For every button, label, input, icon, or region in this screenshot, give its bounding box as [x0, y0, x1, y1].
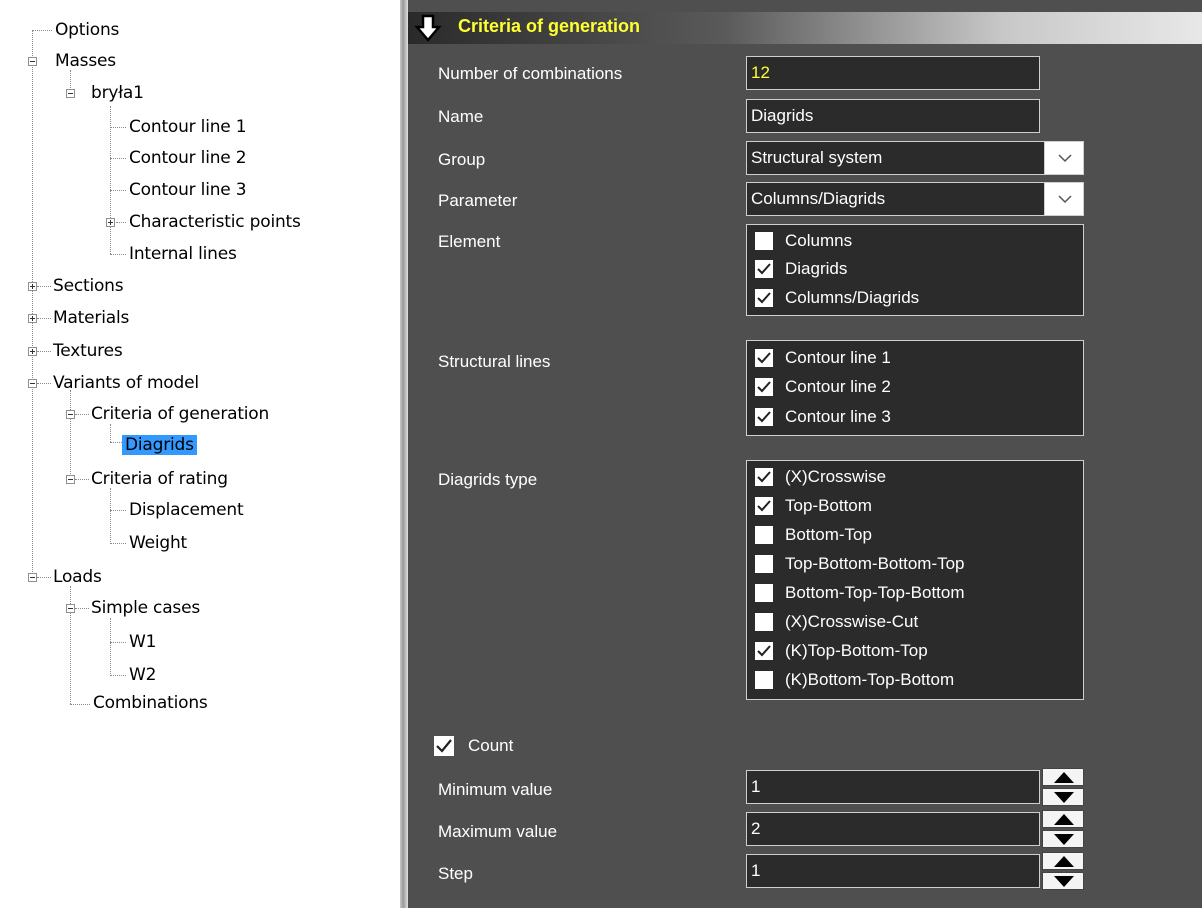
diagrids-type-label: Diagrids type	[438, 470, 538, 489]
tree-item-loads[interactable]: Loads	[50, 566, 105, 588]
collapse-icon[interactable]	[66, 410, 75, 419]
up-arrow-icon[interactable]	[1042, 810, 1084, 828]
up-arrow-icon[interactable]	[1042, 852, 1084, 870]
name-label: Name	[438, 107, 484, 126]
tree-item-materials[interactable]: Materials	[50, 307, 132, 329]
tree-item-contour-line-2[interactable]: Contour line 2	[126, 147, 249, 169]
tree-view[interactable]: Options Masses bryła1 Contour line 1 Con…	[0, 0, 400, 908]
minimum-value-label: Minimum value	[438, 780, 553, 799]
splitter[interactable]	[400, 0, 408, 908]
tree-item-sections[interactable]: Sections	[50, 275, 126, 297]
expand-icon[interactable]	[28, 314, 37, 323]
parameter-value: Columns/Diagrids	[751, 189, 886, 208]
tree-item-internal-lines[interactable]: Internal lines	[126, 243, 240, 265]
structural-lines-label: Structural lines	[438, 352, 551, 371]
down-arrow-icon[interactable]	[1042, 830, 1084, 848]
checkbox-checked[interactable]	[755, 408, 773, 426]
panel-header: Criteria of generation	[408, 12, 1202, 44]
tree-item-contour-line-1[interactable]: Contour line 1	[126, 116, 249, 138]
collapse-icon[interactable]	[28, 573, 37, 582]
tree-item-combinations[interactable]: Combinations	[90, 692, 211, 714]
checkbox-checked[interactable]	[755, 349, 773, 367]
collapse-icon[interactable]	[66, 475, 75, 484]
checkbox-checked[interactable]	[755, 642, 773, 660]
checkbox-checked[interactable]	[755, 260, 773, 278]
structural-lines-list[interactable]: Contour line 1 Contour line 2 Contour li…	[746, 340, 1084, 436]
up-arrow-icon[interactable]	[1042, 768, 1084, 786]
collapse-icon[interactable]	[28, 379, 37, 388]
collapse-icon[interactable]	[28, 57, 37, 66]
tree-item-masses[interactable]: Masses	[52, 50, 119, 72]
tree-item-weight[interactable]: Weight	[126, 532, 190, 554]
tree-item-contour-line-3[interactable]: Contour line 3	[126, 179, 249, 201]
minimum-value-spinner[interactable]	[1042, 768, 1084, 806]
group-value: Structural system	[751, 148, 883, 167]
checkbox-checked[interactable]	[755, 497, 773, 515]
element-list[interactable]: Columns Diagrids Columns/Diagrids	[746, 224, 1084, 316]
parameter-label: Parameter	[438, 191, 518, 210]
checkbox[interactable]	[755, 584, 773, 602]
tree-item-criteria-of-generation[interactable]: Criteria of generation	[88, 403, 272, 425]
checkbox[interactable]	[755, 671, 773, 689]
expand-icon[interactable]	[106, 218, 115, 227]
tree-item-options[interactable]: Options	[52, 19, 122, 41]
down-arrow-icon[interactable]	[1042, 872, 1084, 890]
diagrids-type-list[interactable]: (X)Crosswise Top-Bottom Bottom-Top Top-B…	[746, 460, 1084, 700]
element-label: Element	[438, 232, 501, 251]
number-of-combinations-label: Number of combinations	[438, 64, 623, 83]
step-label: Step	[438, 864, 473, 883]
expand-icon[interactable]	[28, 347, 37, 356]
collapse-icon[interactable]	[66, 604, 75, 613]
step-spinner[interactable]	[1042, 852, 1084, 890]
checkbox-checked[interactable]	[755, 378, 773, 396]
tree-item-variants-of-model[interactable]: Variants of model	[50, 372, 202, 394]
checkbox-checked[interactable]	[755, 468, 773, 486]
collapse-icon[interactable]	[66, 89, 75, 98]
expand-icon[interactable]	[28, 282, 37, 291]
checkbox[interactable]	[755, 555, 773, 573]
tree-item-characteristic-points[interactable]: Characteristic points	[126, 211, 304, 233]
tree-item-displacement[interactable]: Displacement	[126, 499, 246, 521]
chevron-down-icon[interactable]	[1044, 183, 1083, 215]
tree-item-simple-cases[interactable]: Simple cases	[88, 597, 203, 619]
down-arrow-icon[interactable]	[414, 14, 444, 42]
maximum-value-field[interactable]: 2	[746, 812, 1040, 846]
tree-item-w1[interactable]: W1	[126, 631, 159, 653]
properties-panel: Criteria of generation Number of combina…	[408, 0, 1202, 908]
checkbox-checked[interactable]	[755, 289, 773, 307]
number-of-combinations-field[interactable]: 12	[746, 56, 1040, 90]
down-arrow-icon[interactable]	[1042, 788, 1084, 806]
maximum-value-label: Maximum value	[438, 822, 558, 841]
maximum-value-spinner[interactable]	[1042, 810, 1084, 848]
minimum-value-field[interactable]: 1	[746, 770, 1040, 804]
parameter-dropdown[interactable]: Columns/Diagrids	[746, 182, 1084, 216]
checkbox[interactable]	[755, 613, 773, 631]
tree-item-bryla1[interactable]: bryła1	[88, 82, 147, 104]
checkbox[interactable]	[755, 232, 773, 250]
group-dropdown[interactable]: Structural system	[746, 141, 1084, 175]
step-field[interactable]: 1	[746, 854, 1040, 888]
count-checkbox[interactable]	[434, 736, 454, 756]
tree-item-w2[interactable]: W2	[126, 664, 159, 686]
group-label: Group	[438, 150, 486, 169]
name-field[interactable]: Diagrids	[746, 99, 1040, 133]
checkbox[interactable]	[755, 526, 773, 544]
panel-title: Criteria of generation	[458, 16, 641, 36]
tree-item-diagrids[interactable]: Diagrids	[122, 434, 197, 456]
tree-item-criteria-of-rating[interactable]: Criteria of rating	[88, 468, 231, 490]
chevron-down-icon[interactable]	[1044, 142, 1083, 174]
count-label: Count	[468, 736, 514, 755]
tree-item-textures[interactable]: Textures	[50, 340, 126, 362]
